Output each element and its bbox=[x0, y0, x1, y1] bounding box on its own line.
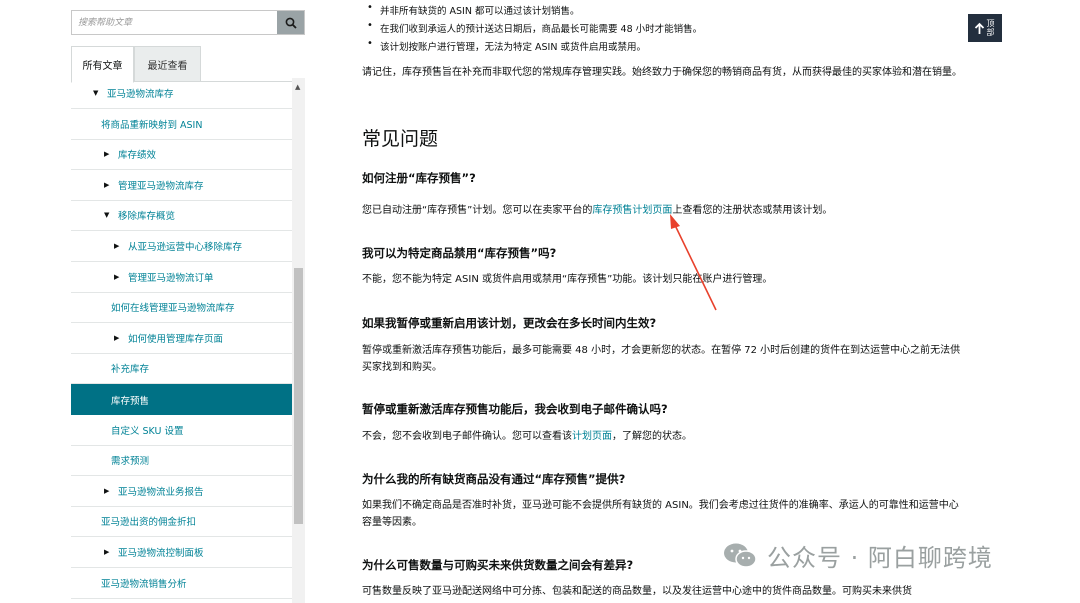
sidebar-item[interactable]: 亚马逊物流销售分析 bbox=[71, 568, 292, 599]
sidebar-item-label: 管理亚马逊物流库存 bbox=[118, 180, 204, 192]
bullet-item: 并非所有缺货的 ASIN 都可以通过该计划销售。 bbox=[367, 2, 580, 17]
sidebar-item[interactable]: 补充库存 bbox=[71, 353, 292, 385]
scrollbar-thumb[interactable] bbox=[294, 268, 303, 524]
sidebar-scrollbar[interactable]: ▲ bbox=[292, 78, 305, 603]
search-input[interactable] bbox=[72, 11, 277, 34]
faq-question: 暂停或重新激活库存预售功能后，我会收到电子邮件确认吗? bbox=[362, 402, 668, 416]
faq-answer: 如果我们不确定商品是否准时补货，亚马逊可能不会提供所有缺货的 ASIN。我们会考… bbox=[362, 500, 959, 528]
faq-question: 如果我暂停或重新启用该计划，更改会在多长时间内生效? bbox=[362, 316, 657, 330]
back-to-top-label: 顶部 bbox=[986, 19, 995, 37]
sidebar-item[interactable]: ▶ 亚马逊物流业务报告 bbox=[71, 476, 292, 507]
sidebar-item-label: 库存预售 bbox=[111, 395, 150, 407]
sidebar-item-label: 亚马逊物流业务报告 bbox=[118, 486, 204, 498]
sidebar-item-label: 移除库存概览 bbox=[118, 211, 176, 223]
sidebar-item[interactable]: 如何在线管理亚马逊物流库存 bbox=[71, 292, 292, 324]
sidebar-item[interactable]: 库存预售 bbox=[71, 384, 292, 415]
sidebar-item-label: 自定义 SKU 设置 bbox=[111, 425, 184, 437]
annotation-arrow bbox=[670, 214, 717, 311]
faq-question: 为什么可售数量与可购买未来供货数量之间会有差异? bbox=[362, 558, 634, 572]
sidebar-item[interactable]: 将商品重新映射到 ASIN bbox=[71, 109, 292, 140]
caret-right-icon[interactable]: ▶ bbox=[104, 181, 112, 189]
sidebar-item-label: 需求预测 bbox=[111, 456, 150, 468]
sidebar-item[interactable]: 需求预测 bbox=[71, 445, 292, 477]
sidebar-item-label: 从亚马逊运营中心移除库存 bbox=[128, 242, 243, 253]
sidebar-item[interactable]: ▶ 如何使用管理库存页面 bbox=[71, 323, 292, 354]
faq-question: 如何注册“库存预售”? bbox=[362, 171, 476, 185]
faq-question: 我可以为特定商品禁用“库存预售”吗? bbox=[362, 246, 557, 260]
sidebar-item[interactable]: ▼ 亚马逊物流库存 bbox=[71, 78, 292, 109]
faq-answer: 暂停或重新激活库存预售功能后，最多可能需要 48 小时，才会更新您的状态。在暂停… bbox=[362, 345, 961, 373]
wechat-icon bbox=[724, 543, 757, 568]
sidebar-item[interactable]: ▶ 亚马逊物流控制面板 bbox=[71, 537, 292, 568]
sidebar-item[interactable]: 亚马逊出资的佣金折扣 bbox=[71, 506, 292, 538]
answer-text: 不会，您不会收到电子邮件确认。您可以查看该 bbox=[362, 431, 572, 442]
arrow-up-icon bbox=[974, 22, 984, 34]
caret-right-icon[interactable]: ▶ bbox=[104, 487, 112, 495]
help-sidebar: 所有文章 最近查看 ▼ 亚马逊物流库存将商品重新映射到 ASIN ▶ 库存绩效 ▶ 管理亚… bbox=[71, 0, 305, 603]
faq-question: 为什么我的所有缺货商品没有通过“库存预售”提供? bbox=[362, 472, 626, 486]
answer-text: ，了解您的状态。 bbox=[612, 431, 692, 442]
sidebar-item-label: 如何使用管理库存页面 bbox=[128, 333, 224, 345]
answer-text: 您已自动注册“库存预售”计划。您可以在卖家平台的 bbox=[362, 205, 593, 216]
sidebar-item[interactable]: ▶ 管理亚马逊物流库存 bbox=[71, 170, 292, 201]
tab-recently-viewed[interactable]: 最近查看 bbox=[134, 46, 201, 82]
caret-right-icon[interactable]: ▶ bbox=[104, 548, 112, 556]
sidebar-item-label: 如何在线管理亚马逊物流库存 bbox=[111, 303, 235, 315]
scroll-up-arrow-icon[interactable]: ▲ bbox=[295, 83, 300, 91]
sidebar-item-label: 亚马逊出资的佣金折扣 bbox=[101, 517, 197, 529]
sidebar-item-label: 库存绩效 bbox=[118, 150, 157, 162]
sidebar-item[interactable]: 自定义 SKU 设置 bbox=[71, 415, 292, 446]
program-page-link[interactable]: 计划页面 bbox=[572, 431, 612, 442]
sidebar-item-label: 补充库存 bbox=[111, 364, 150, 376]
sidebar-item[interactable]: ▶ 库存绩效 bbox=[71, 139, 292, 171]
sidebar-item-label: 亚马逊物流销售分析 bbox=[101, 578, 187, 590]
bullet-item: 该计划按账户进行管理，无法为特定 ASIN 或货件启用或禁用。 bbox=[367, 38, 646, 53]
search-button[interactable] bbox=[277, 11, 304, 34]
caret-right-icon[interactable]: ▶ bbox=[104, 150, 112, 158]
caret-right-icon[interactable]: ▶ bbox=[114, 273, 122, 281]
search-box bbox=[71, 10, 305, 35]
sidebar-item[interactable]: ▶ 管理亚马逊物流订单 bbox=[71, 262, 292, 293]
caret-down-icon[interactable]: ▼ bbox=[93, 89, 101, 97]
sidebar-item[interactable]: ▶ 从亚马逊运营中心移除库存 bbox=[71, 231, 292, 262]
watermark: 公众号 · 阿白聊跨境 bbox=[723, 538, 993, 573]
watermark-text: 公众号 · 阿白聊跨境 bbox=[767, 544, 993, 572]
caret-right-icon[interactable]: ▶ bbox=[114, 242, 122, 250]
bullet-item: 在我们收到承运人的预计送达日期后，商品最长可能需要 48 小时才能销售。 bbox=[367, 20, 702, 35]
article-tabs: 所有文章 最近查看 bbox=[71, 46, 305, 83]
search-icon bbox=[285, 17, 297, 29]
article-nav-tree: ▼ 亚马逊物流库存将商品重新映射到 ASIN ▶ 库存绩效 ▶ 管理亚马逊物流库存 ▼ 移除库… bbox=[71, 78, 292, 603]
faq-heading: 常见问题 bbox=[362, 128, 439, 150]
caret-down-icon[interactable]: ▼ bbox=[104, 211, 112, 219]
faq-answer: 不会，您不会收到电子邮件确认。您可以查看该计划页面，了解您的状态。 bbox=[362, 428, 968, 445]
caret-right-icon[interactable]: ▶ bbox=[114, 334, 122, 342]
reminder-paragraph: 请记住，库存预售旨在补充而非取代您的常规库存管理实践。始终致力于确保您的畅销商品… bbox=[362, 67, 962, 78]
sidebar-item-label: 将商品重新映射到 ASIN bbox=[101, 119, 203, 131]
sidebar-item-label: 管理亚马逊物流订单 bbox=[128, 272, 214, 284]
sidebar-item-label: 亚马逊物流控制面板 bbox=[118, 548, 204, 559]
sidebar-item[interactable]: ▼ 移除库存概览 bbox=[71, 200, 292, 232]
faq-answer: 可售数量反映了亚马逊配送网络中可分拣、包装和配送的商品数量，以及发往运营中心途中… bbox=[362, 586, 912, 597]
back-to-top-button[interactable]: 顶部 bbox=[968, 14, 1002, 42]
sidebar-item-label: 亚马逊物流库存 bbox=[107, 89, 174, 100]
